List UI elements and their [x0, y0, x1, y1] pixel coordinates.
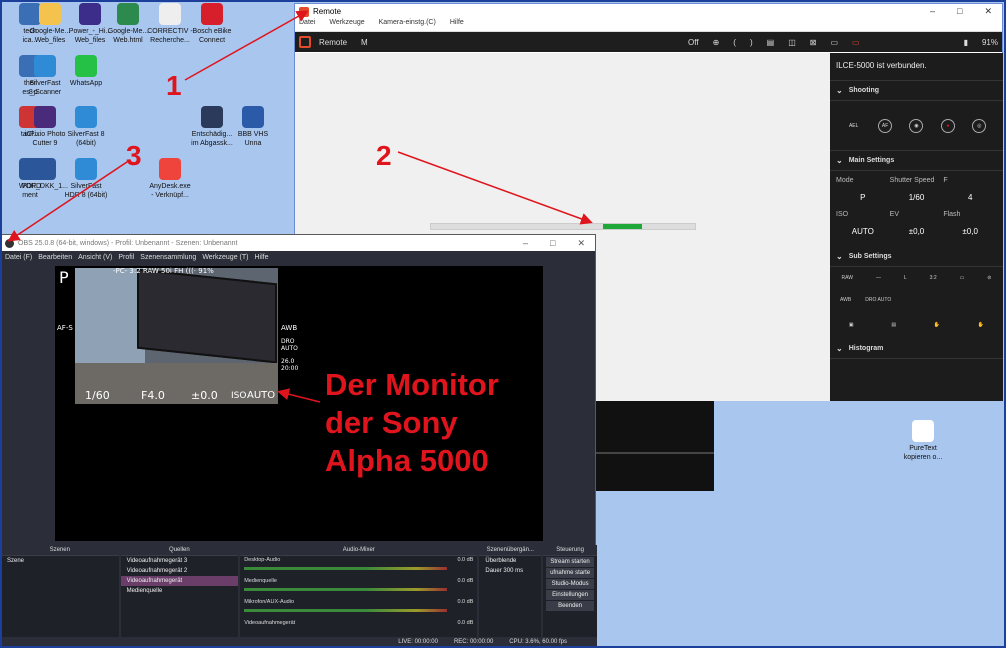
arrow-3 — [7, 159, 131, 242]
arrow-caption — [277, 388, 321, 403]
arrow-1 — [184, 10, 309, 81]
arrow-2 — [397, 151, 593, 225]
annotation-arrows — [7, 10, 593, 403]
